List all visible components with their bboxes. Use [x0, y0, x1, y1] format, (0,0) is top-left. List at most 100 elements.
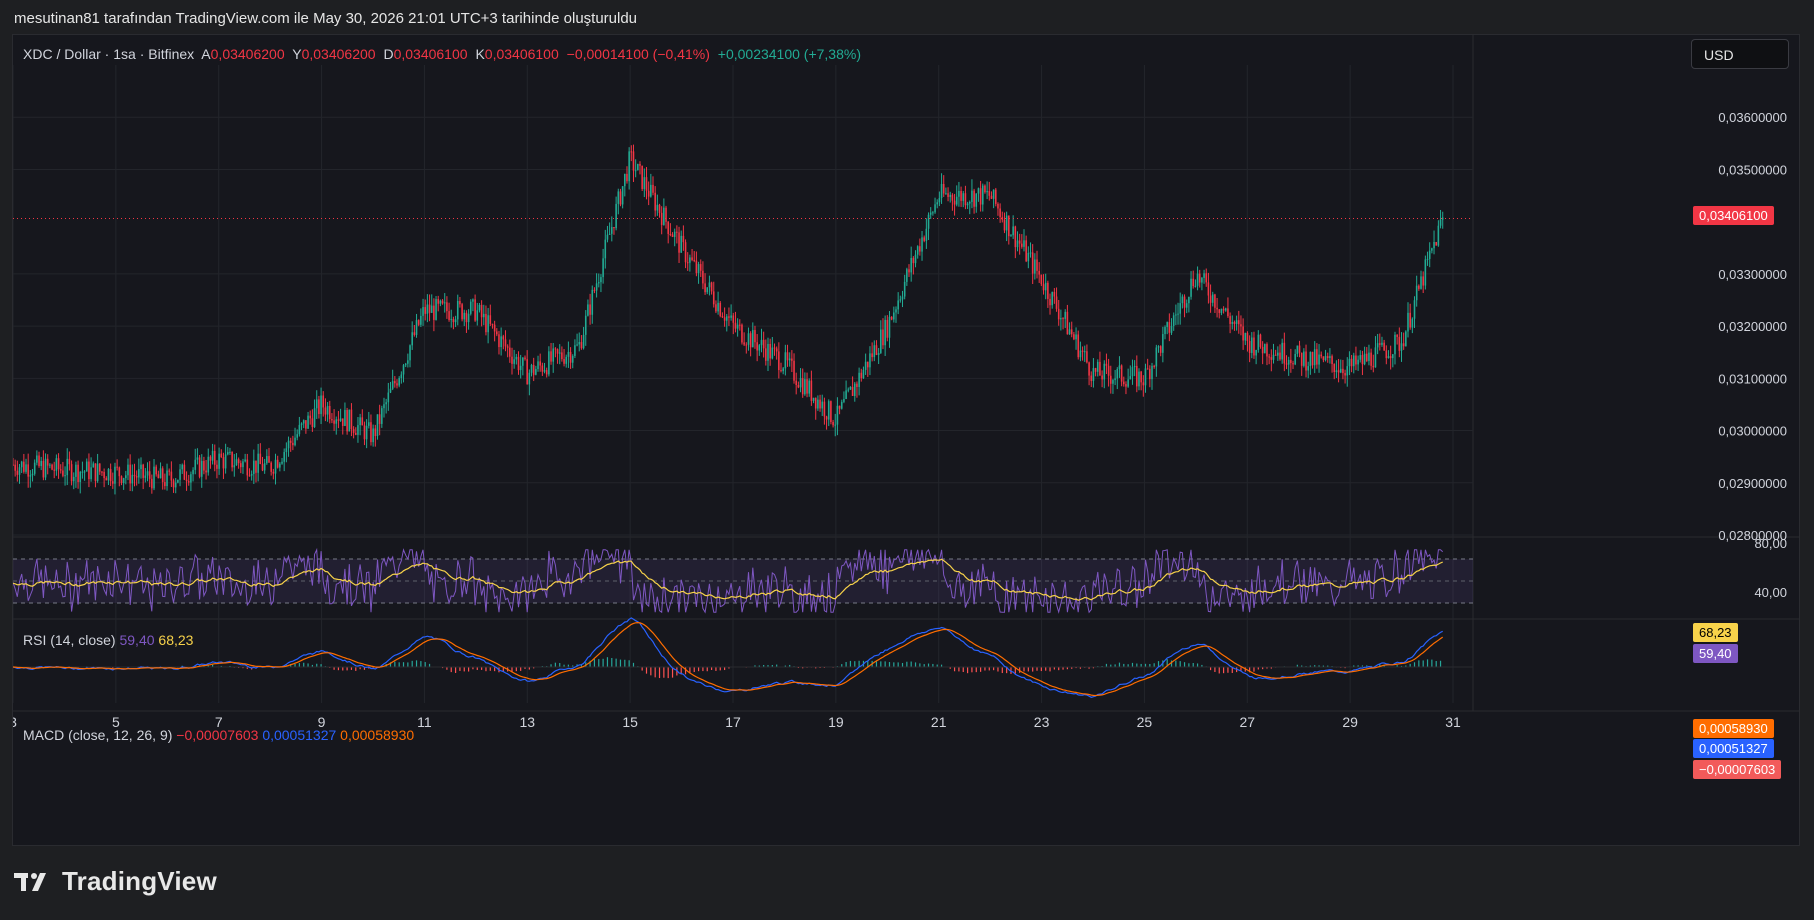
- candle-body: [1057, 308, 1060, 320]
- candle-body: [827, 401, 830, 420]
- candle-body: [1415, 285, 1418, 301]
- candle-body: [18, 467, 21, 475]
- candle-body: [817, 399, 819, 409]
- rsi-label[interactable]: RSI (14, close): [23, 632, 116, 648]
- candle-body: [1400, 343, 1403, 351]
- candle-body: [450, 319, 453, 321]
- macd-label[interactable]: MACD (close, 12, 26, 9): [23, 727, 172, 743]
- candle-body: [1044, 282, 1047, 291]
- candle-body: [1348, 358, 1351, 367]
- candle-body: [932, 212, 934, 214]
- candle-body: [1201, 277, 1203, 283]
- candle-body: [1175, 314, 1177, 316]
- candle-body: [476, 310, 479, 321]
- candle-body: [1090, 375, 1093, 381]
- candle-body: [307, 415, 309, 429]
- candle-body: [769, 343, 771, 359]
- candle-body: [196, 457, 199, 460]
- candle-body: [1064, 311, 1067, 319]
- candle-body: [1355, 355, 1357, 365]
- candle-body: [799, 378, 802, 388]
- candle-body: [602, 258, 604, 278]
- candle-body: [383, 404, 385, 409]
- candle-body: [1088, 362, 1090, 376]
- candle-body: [1168, 322, 1171, 333]
- candle-body: [784, 352, 787, 369]
- candle-body: [174, 482, 177, 488]
- candle-body: [1075, 334, 1077, 340]
- candle-body: [821, 401, 824, 409]
- candle-body: [975, 193, 978, 207]
- candle-body: [38, 455, 40, 467]
- candle-body: [745, 344, 748, 346]
- chart-svg[interactable]: 357911131517192123252729310,036000000,03…: [13, 35, 1799, 845]
- candle-body: [1196, 273, 1199, 286]
- candle-body: [1034, 259, 1036, 274]
- candle-body: [1287, 359, 1290, 365]
- candle-body: [979, 188, 982, 205]
- candle-body: [437, 299, 440, 304]
- candle-body: [903, 281, 906, 297]
- candle-body: [1209, 295, 1212, 303]
- candle-body: [771, 347, 774, 359]
- candle-body: [804, 379, 806, 395]
- candle-body: [658, 204, 661, 213]
- candle-body: [1326, 356, 1329, 359]
- candle-body: [216, 464, 218, 469]
- candle-body: [385, 402, 387, 405]
- chart-frame[interactable]: 357911131517192123252729310,036000000,03…: [12, 34, 1800, 846]
- candle-body: [960, 190, 962, 201]
- candle-body: [346, 410, 348, 432]
- currency-button[interactable]: USD: [1691, 39, 1789, 69]
- tradingview-logo[interactable]: TradingView: [14, 866, 217, 897]
- candle-body: [1268, 356, 1270, 358]
- candle-body: [185, 479, 188, 482]
- candle-body: [1381, 342, 1383, 345]
- candle-body: [1185, 303, 1188, 308]
- candle-body: [1235, 320, 1238, 324]
- candle-body: [689, 257, 691, 263]
- candle-body: [101, 471, 103, 473]
- candle-body: [394, 381, 396, 384]
- candle-body: [370, 422, 372, 443]
- candle-body: [1190, 278, 1192, 297]
- candle-body: [1296, 345, 1299, 354]
- candle-body: [526, 359, 528, 385]
- candle-body: [313, 408, 316, 427]
- macd-hist-value: −0,00007603: [176, 727, 259, 743]
- symbol-label[interactable]: XDC / Dollar · 1sa · Bitfinex: [23, 46, 194, 62]
- candle-body: [14, 464, 16, 471]
- candle-body: [1420, 276, 1422, 289]
- candle-body: [168, 470, 171, 472]
- candle-body: [1068, 329, 1071, 335]
- candle-body: [875, 345, 878, 355]
- candle-body: [1138, 371, 1140, 387]
- candle-body: [1392, 354, 1394, 359]
- candle-body: [55, 458, 58, 471]
- candle-body: [847, 389, 850, 391]
- candle-body: [402, 365, 405, 375]
- candle-body: [964, 193, 967, 206]
- candle-body: [1038, 270, 1040, 275]
- candle-body: [580, 342, 583, 349]
- candle-body: [315, 399, 318, 409]
- candle-body: [372, 428, 374, 443]
- candle-body: [509, 347, 511, 357]
- candle-body: [350, 409, 353, 430]
- candle-body: [1036, 259, 1038, 271]
- candle-body: [893, 312, 895, 320]
- candle-body: [129, 464, 131, 484]
- candle-body: [1203, 273, 1205, 278]
- candle-body: [1005, 215, 1008, 231]
- candle-body: [843, 399, 845, 402]
- candle-body: [335, 419, 338, 424]
- candle-body: [229, 451, 231, 453]
- candle-body: [656, 204, 659, 211]
- candle-body: [1350, 358, 1353, 367]
- tradingview-logo-text: TradingView: [62, 866, 217, 896]
- candle-body: [840, 401, 843, 409]
- candle-body: [838, 405, 841, 409]
- candle-body: [532, 364, 535, 375]
- candle-body: [997, 203, 999, 209]
- candle-body: [1285, 363, 1288, 365]
